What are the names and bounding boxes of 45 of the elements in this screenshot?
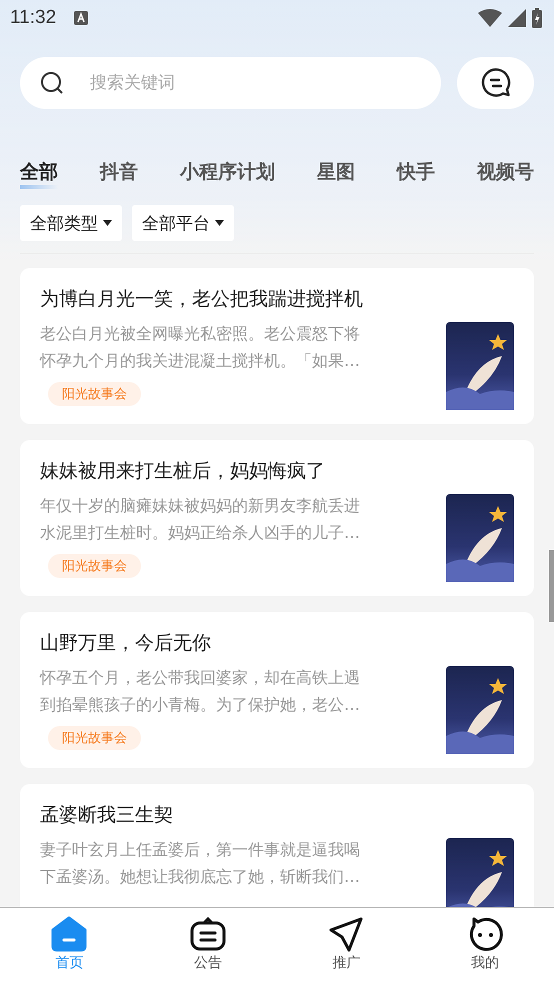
story-card[interactable]: 山野万里，今后无你 怀孕五个月，老公带我回婆家，却在高铁上遇 到掐晕熊孩子的小青梅。为了保护她，老公… 阳光故事会: [20, 612, 534, 768]
home-icon: [50, 916, 88, 952]
category-tab[interactable]: 全部: [20, 159, 58, 189]
clipboard-icon: [188, 916, 227, 952]
story-tag: 阳光故事会: [48, 554, 141, 578]
nav-tab[interactable]: 公告: [178, 908, 237, 985]
cover-illustration: [446, 838, 514, 907]
story-summary: 到掐晕熊孩子的小青梅。为了保护她，老公…: [40, 694, 360, 716]
story-summary: 妻子叶玄月上任孟婆后，第一件事就是逼我喝: [40, 839, 360, 861]
story-summary: 怀孕九个月的我关进混凝土搅拌机。「如果…: [40, 350, 360, 372]
story-title: 山野万里，今后无你: [40, 631, 211, 656]
signal-icon: [508, 9, 526, 27]
story-summary: 怀孕五个月，老公带我回婆家，却在高铁上遇: [40, 667, 360, 689]
category-tab[interactable]: 小程序计划: [180, 159, 275, 189]
category-tab[interactable]: 视频号: [477, 159, 534, 189]
story-summary: 水泥里打生桩时。妈妈正给杀人凶手的儿子…: [40, 522, 360, 544]
story-summary: 老公白月光被全网曝光私密照。老公震怒下将: [40, 323, 360, 345]
category-tab[interactable]: 快手: [397, 159, 435, 189]
filter-dropdown[interactable]: 全部类型: [20, 205, 122, 241]
scrollbar: [549, 550, 554, 622]
story-summary: 下孟婆汤。她想让我彻底忘了她，斩断我们…: [40, 866, 360, 888]
story-card[interactable]: 为博白月光一笑，老公把我踹进搅拌机 老公白月光被全网曝光私密照。老公震怒下将 怀孕九个月的我关进混凝土搅拌机。「如果… 阳光故事会: [20, 268, 534, 424]
filter-dropdown[interactable]: 全部平台: [132, 205, 234, 241]
story-tag: 阳光故事会: [48, 382, 141, 406]
search-field[interactable]: 搜索关键词: [20, 57, 441, 109]
caret-icon: [103, 220, 112, 226]
story-tag: 阳光故事会: [48, 726, 141, 750]
keyboard-notification-icon: [74, 10, 88, 26]
nav-tab[interactable]: 我的: [456, 908, 514, 985]
nav-tab[interactable]: 推广: [317, 908, 376, 985]
paper-plane-icon: [327, 916, 366, 952]
category-tab[interactable]: 抖音: [100, 159, 138, 189]
story-summary: 年仅十岁的脑瘫妹妹被妈妈的新男友李航丢进: [40, 495, 360, 517]
story-title: 为博白月光一笑，老公把我踹进搅拌机: [40, 287, 363, 312]
story-card[interactable]: 妹妹被用来打生桩后，妈妈悔疯了 年仅十岁的脑瘫妹妹被妈妈的新男友李航丢进 水泥里打生桩时。妈妈正给杀人凶手的儿子… 阳光故事会: [20, 440, 534, 596]
chat-bubble-icon: [480, 68, 510, 98]
message-button[interactable]: [457, 57, 534, 109]
story-title: 孟婆断我三生契: [40, 803, 173, 828]
story-card[interactable]: 孟婆断我三生契 妻子叶玄月上任孟婆后，第一件事就是逼我喝 下孟婆汤。她想让我彻底忘了她，斩断我们…: [20, 784, 534, 907]
category-tab[interactable]: 星图: [317, 159, 355, 189]
battery-icon: [532, 8, 542, 28]
status-time: 11:32: [10, 7, 56, 29]
wifi-icon: [478, 9, 502, 27]
story-title: 妹妹被用来打生桩后，妈妈悔疯了: [40, 459, 325, 484]
caret-icon: [215, 220, 224, 226]
